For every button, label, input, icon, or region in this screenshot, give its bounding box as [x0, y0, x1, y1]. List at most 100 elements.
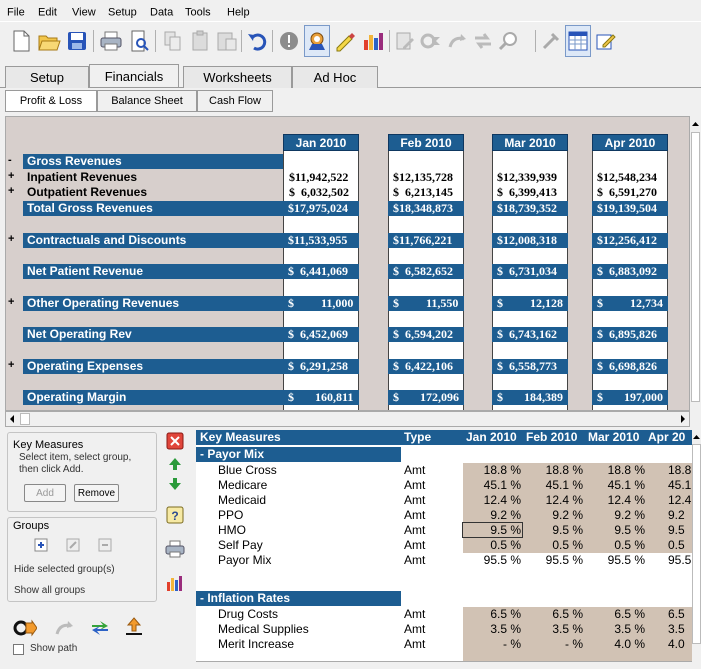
value-cell[interactable]: $ 6,591,270 [597, 185, 657, 200]
print-icon[interactable] [165, 540, 185, 561]
value-cell[interactable]: 6.5 % [463, 607, 521, 622]
value-cell[interactable]: $ 6,698,826 [592, 359, 668, 374]
value-cell[interactable]: 45.1 % [463, 478, 521, 493]
value-cell[interactable]: $11,533,955 [283, 233, 359, 248]
scrollbar-thumb[interactable] [691, 132, 700, 402]
show-all-groups[interactable]: Show all groups [14, 585, 85, 597]
chart-icon[interactable] [166, 574, 184, 595]
expand-toggle[interactable]: + [8, 296, 14, 308]
redo-icon[interactable] [444, 25, 470, 57]
measure-label[interactable]: Blue Cross [218, 463, 277, 478]
row-label-other-operating-revenues[interactable]: Other Operating Revenues [23, 296, 283, 311]
value-cell[interactable]: 9.5 [668, 523, 685, 538]
audit-icon[interactable] [304, 25, 330, 57]
show-path-checkbox[interactable] [13, 644, 24, 655]
expand-toggle[interactable]: + [8, 359, 14, 371]
value-cell[interactable]: $ 6,291,258 [283, 359, 359, 374]
tab-setup[interactable]: Setup [5, 66, 89, 88]
value-cell[interactable]: 0.5 % [521, 538, 583, 553]
menu-help[interactable]: Help [227, 7, 250, 20]
print-icon[interactable] [98, 25, 124, 57]
row-label-total-gross-revenues[interactable]: Total Gross Revenues [23, 201, 283, 216]
measure-label[interactable]: Medicare [218, 478, 267, 493]
menu-edit[interactable]: Edit [38, 7, 57, 20]
value-cell[interactable]: 18.8 % [583, 463, 645, 478]
horizontal-scrollbar[interactable] [5, 411, 690, 427]
redo-icon[interactable] [53, 617, 75, 642]
save-icon[interactable] [64, 25, 90, 57]
new-icon[interactable] [8, 25, 34, 57]
value-cell[interactable]: $ 172,096 [388, 390, 464, 405]
vertical-scrollbar[interactable] [692, 430, 701, 669]
find-icon[interactable] [496, 25, 522, 57]
value-cell[interactable]: 45.1 % [583, 478, 645, 493]
paste-icon[interactable] [188, 25, 214, 57]
delete-group-icon[interactable] [98, 538, 112, 555]
delete-icon[interactable] [166, 432, 184, 453]
tab-ad-hoc[interactable]: Ad Hoc [292, 66, 378, 88]
scrollbar-thumb[interactable] [20, 413, 30, 425]
value-cell[interactable]: 12.4 [668, 493, 691, 508]
scrollbar-thumb[interactable] [692, 444, 701, 644]
value-cell[interactable]: 0.5 [668, 538, 685, 553]
measure-label[interactable]: Self Pay [218, 538, 263, 553]
menu-file[interactable]: File [7, 7, 25, 20]
tab-cash-flow[interactable]: Cash Flow [197, 90, 273, 112]
value-cell[interactable]: $11,942,522 [289, 170, 348, 185]
value-cell[interactable]: 18.8 [668, 463, 691, 478]
swap-icon[interactable] [89, 617, 111, 642]
measure-label[interactable]: Payor Mix [218, 553, 271, 568]
value-cell[interactable]: 12.4 % [583, 493, 645, 508]
print-preview-icon[interactable] [126, 25, 152, 57]
value-cell[interactable]: 0.5 % [463, 538, 521, 553]
value-cell[interactable]: 6.5 % [521, 607, 583, 622]
value-cell[interactable]: 12.4 % [521, 493, 583, 508]
open-icon[interactable] [36, 25, 62, 57]
value-cell[interactable]: $19,139,504 [592, 201, 668, 216]
value-cell[interactable]: $ 6,582,652 [388, 264, 464, 279]
tools-icon[interactable] [538, 25, 564, 57]
value-cell[interactable]: $ 6,743,162 [492, 327, 568, 342]
tab-profit-loss[interactable]: Profit & Loss [5, 90, 97, 112]
go-icon[interactable] [418, 25, 444, 57]
value-cell[interactable]: - % [463, 637, 521, 652]
value-cell[interactable]: 9.2 [668, 508, 685, 523]
group-inflation-rates[interactable]: - Inflation Rates [196, 591, 401, 606]
value-cell[interactable]: 12.4 % [463, 493, 521, 508]
value-cell[interactable]: $17,975,024 [283, 201, 359, 216]
menu-view[interactable]: View [72, 7, 96, 20]
value-cell[interactable]: 6.5 % [583, 607, 645, 622]
value-cell[interactable]: 4.0 [668, 637, 685, 652]
measure-label[interactable]: HMO [218, 523, 246, 538]
value-cell[interactable]: 18.8 % [463, 463, 521, 478]
measure-label[interactable]: Medical Supplies [218, 622, 309, 637]
value-cell[interactable]: $ 6,032,502 [289, 185, 349, 200]
value-cell[interactable]: 4.0 % [583, 637, 645, 652]
value-cell[interactable]: $12,256,412 [592, 233, 668, 248]
value-cell[interactable]: 45.1 % [521, 478, 583, 493]
move-up-icon[interactable] [123, 615, 145, 640]
value-cell[interactable]: $11,766,221 [388, 233, 464, 248]
stop-icon[interactable] [276, 25, 302, 57]
value-cell[interactable]: 0.5 % [583, 538, 645, 553]
undo-icon[interactable] [244, 25, 270, 57]
expand-toggle[interactable]: + [8, 233, 14, 245]
selected-value-cell[interactable]: 9.5 % [462, 522, 523, 538]
copy-icon[interactable] [160, 25, 186, 57]
measure-label[interactable]: Medicaid [218, 493, 266, 508]
value-cell[interactable]: 3.5 % [521, 622, 583, 637]
value-cell[interactable]: 9.5 % [521, 523, 583, 538]
edit-group-icon[interactable] [66, 538, 80, 555]
value-cell[interactable]: - % [521, 637, 583, 652]
paste-special-icon[interactable] [214, 25, 240, 57]
value-cell[interactable]: $ 6,213,145 [393, 185, 453, 200]
value-cell[interactable]: $ 6,731,034 [492, 264, 568, 279]
highlight-icon[interactable] [332, 25, 358, 57]
row-label-contractuals[interactable]: Contractuals and Discounts [23, 233, 283, 248]
hide-selected-groups[interactable]: Hide selected group(s) [14, 564, 115, 576]
value-cell[interactable]: $ 12,734 [592, 296, 668, 311]
row-label-outpatient-revenues[interactable]: Outpatient Revenues [27, 185, 147, 200]
value-cell[interactable]: $12,548,234 [597, 170, 657, 185]
row-label-operating-margin[interactable]: Operating Margin [23, 390, 283, 405]
row-label-inpatient-revenues[interactable]: Inpatient Revenues [27, 170, 137, 185]
